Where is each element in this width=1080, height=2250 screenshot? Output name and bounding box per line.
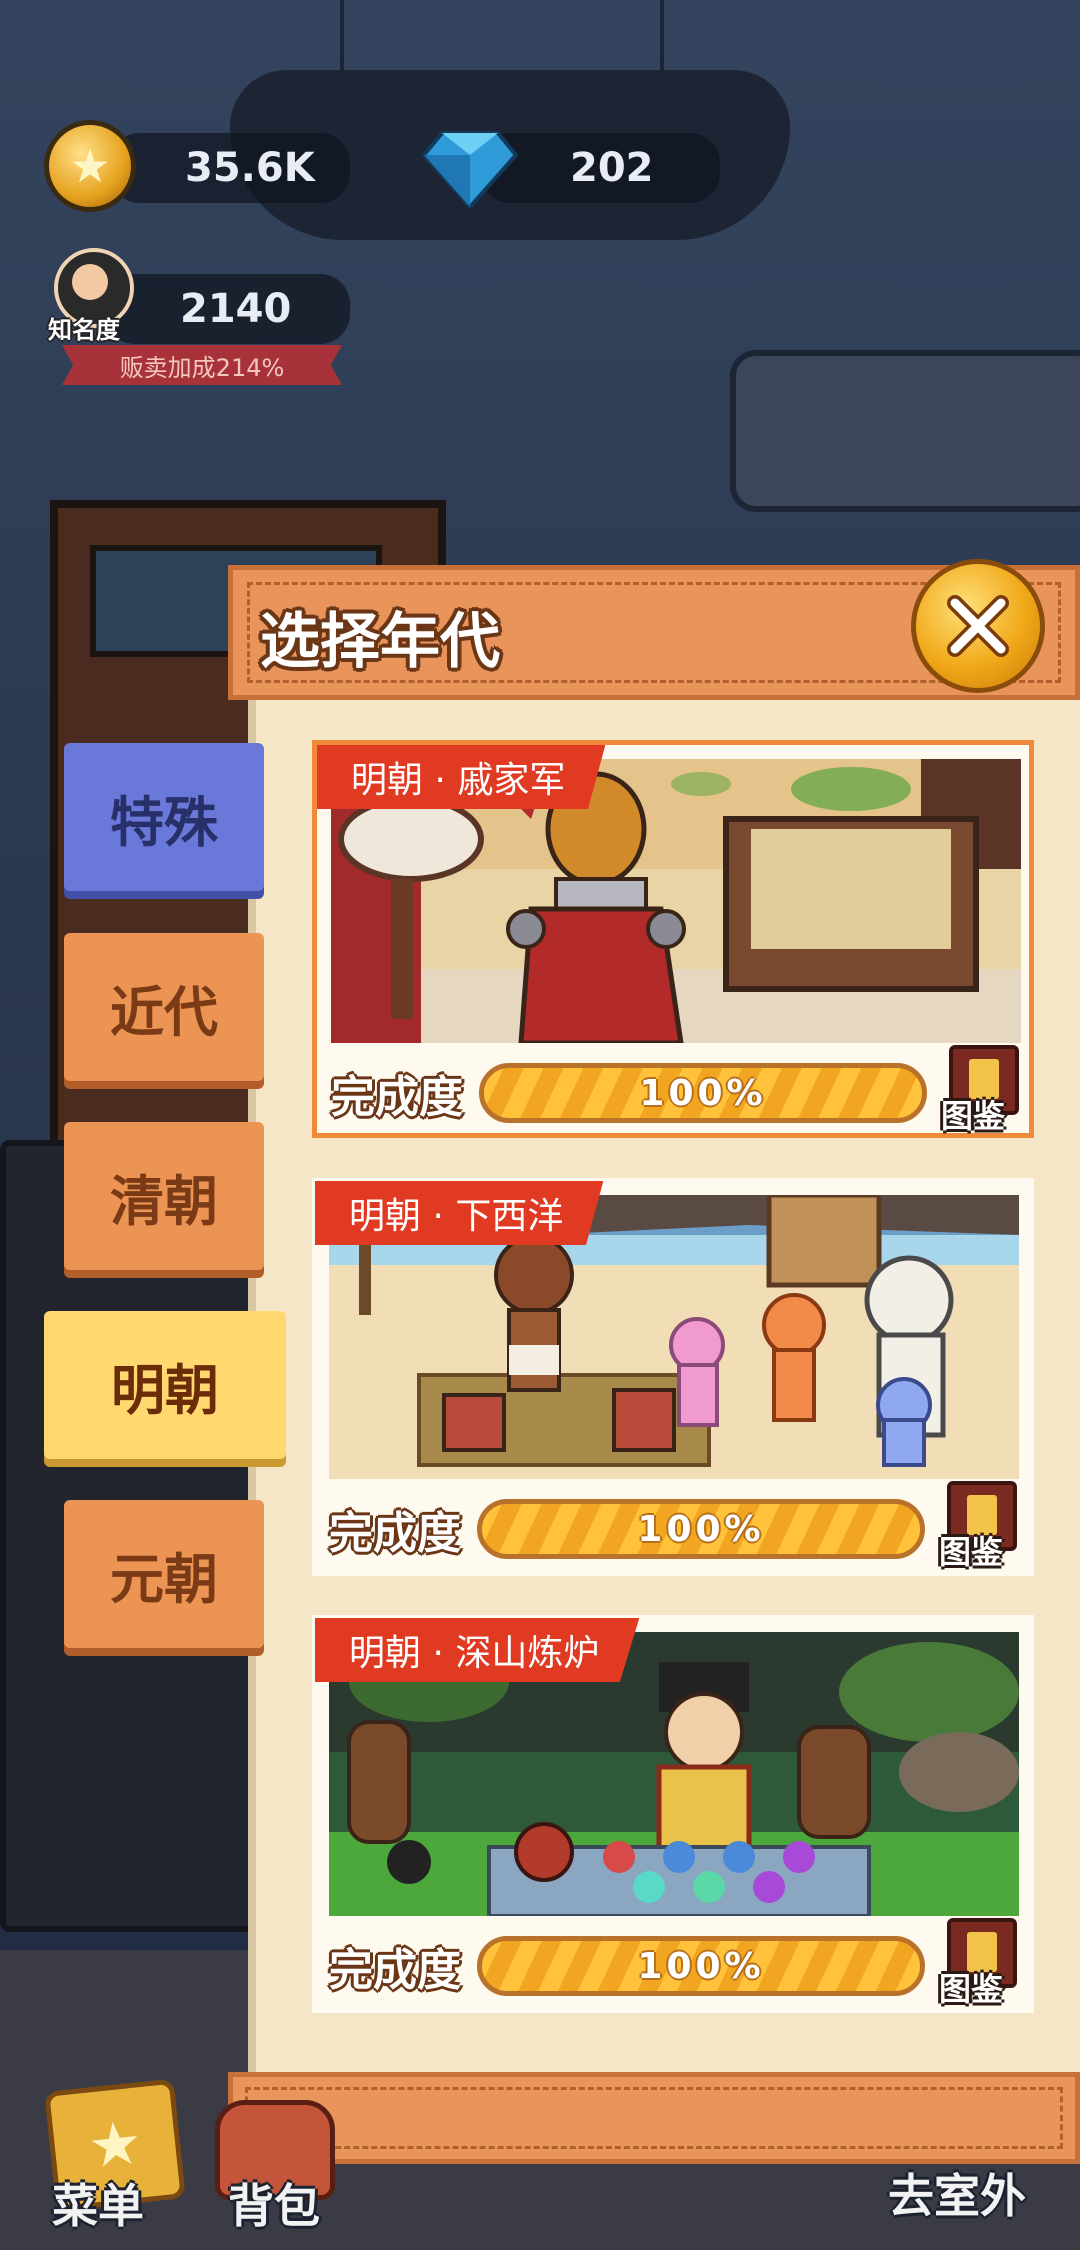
gem-value: 202 (570, 145, 654, 191)
level-tag: 明朝 · 深山炼炉 (315, 1618, 640, 1682)
coin-icon: ★ (44, 120, 136, 212)
level-card-voyage[interactable]: 明朝 · 下西洋 完成度 100% 图鉴 (312, 1178, 1034, 1576)
progress-label: 完成度 (331, 1072, 463, 1123)
nav-go-outside[interactable]: 去室外 (888, 2160, 1026, 2226)
tab-ming[interactable]: 明朝 (44, 1311, 286, 1459)
diamond-icon (420, 125, 520, 213)
album-label: 图鉴 (939, 1533, 1004, 1571)
progress-value: 100% (637, 1945, 765, 1987)
level-tag: 明朝 · 戚家军 (317, 745, 606, 809)
progress-bar: 100% (477, 1936, 925, 1996)
close-button[interactable] (911, 559, 1045, 693)
panel-title: 选择年代 (260, 607, 500, 677)
progress-value: 100% (637, 1508, 765, 1550)
progress-bar: 100% (479, 1063, 927, 1123)
nav-bag[interactable]: 背包 (228, 2170, 320, 2236)
sales-bonus-ribbon: 贩卖加成214% (62, 345, 342, 385)
nav-menu[interactable]: 菜单 (52, 2170, 144, 2236)
album-label: 图鉴 (941, 1097, 1006, 1135)
tab-yuan[interactable]: 元朝 (64, 1500, 264, 1648)
air-conditioner (730, 350, 1080, 512)
fame-label: 知名度 (48, 316, 120, 344)
level-card-furnace[interactable]: 明朝 · 深山炼炉 完成度 100% 图鉴 (312, 1615, 1034, 2013)
album-button[interactable]: 图鉴 (941, 1045, 1025, 1137)
tab-special[interactable]: 特殊 (64, 743, 264, 891)
progress-label: 完成度 (329, 1945, 461, 1996)
close-icon (947, 595, 1009, 657)
panel-footer (228, 2072, 1080, 2164)
progress-label: 完成度 (329, 1508, 461, 1559)
progress-bar: 100% (477, 1499, 925, 1559)
tab-qing[interactable]: 清朝 (64, 1122, 264, 1270)
fame-value: 2140 (180, 286, 292, 332)
level-card-qi-army[interactable]: 明朝 · 戚家军 完成度 100% 图鉴 (312, 740, 1034, 1138)
fame-counter[interactable]: 2140 (105, 274, 350, 344)
album-label: 图鉴 (939, 1970, 1004, 2008)
album-button[interactable]: 图鉴 (939, 1918, 1023, 2010)
progress-value: 100% (639, 1072, 767, 1114)
tab-modern[interactable]: 近代 (64, 933, 264, 1081)
coin-value: 35.6K (185, 145, 315, 191)
coin-counter[interactable]: 35.6K (110, 133, 350, 203)
album-button[interactable]: 图鉴 (939, 1481, 1023, 1573)
level-tag: 明朝 · 下西洋 (315, 1181, 604, 1245)
